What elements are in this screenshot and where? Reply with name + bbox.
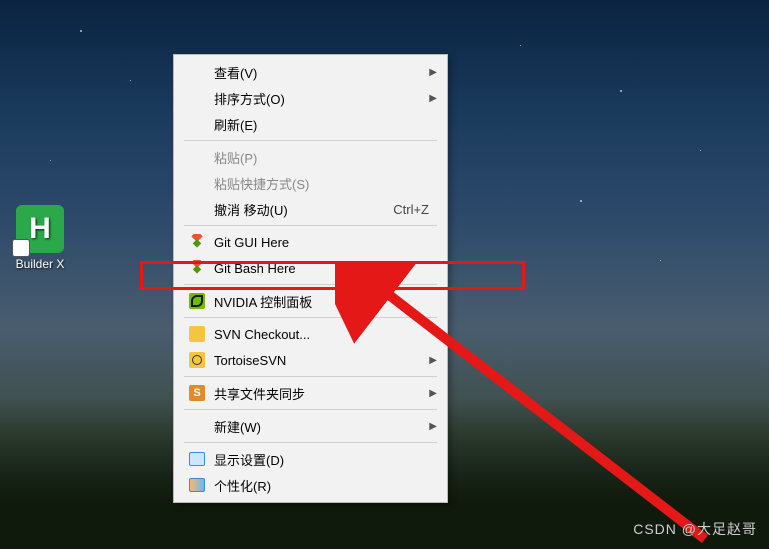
nvidia-icon xyxy=(186,292,208,310)
chevron-right-icon: ▶ xyxy=(429,67,437,78)
blank-icon xyxy=(186,200,208,218)
chevron-right-icon: ▶ xyxy=(429,93,437,104)
menu-personalize-label: 个性化(R) xyxy=(208,476,437,495)
menu-display-settings-label: 显示设置(D) xyxy=(208,450,437,469)
blank-icon xyxy=(186,63,208,81)
hbuilderx-icon-label: Builder X xyxy=(10,257,70,271)
menu-undo-move-label: 撤消 移动(U) xyxy=(208,200,393,219)
personalize-icon xyxy=(186,476,208,494)
menu-git-gui-label: Git GUI Here xyxy=(208,235,437,250)
desktop-context-menu: 查看(V) ▶ 排序方式(O) ▶ 刷新(E) 粘贴(P) 粘贴快捷方式(S) … xyxy=(173,54,448,503)
menu-git-bash-label: Git Bash Here xyxy=(208,261,437,276)
menu-sort[interactable]: 排序方式(O) ▶ xyxy=(176,85,445,111)
git-icon xyxy=(186,233,208,251)
menu-paste-shortcut: 粘贴快捷方式(S) xyxy=(176,170,445,196)
menu-paste-shortcut-label: 粘贴快捷方式(S) xyxy=(208,174,437,193)
watermark: CSDN @大足赵哥 xyxy=(633,519,757,539)
menu-separator xyxy=(184,140,437,141)
menu-nvidia-label: NVIDIA 控制面板 xyxy=(208,292,437,311)
chevron-right-icon: ▶ xyxy=(429,388,437,399)
menu-separator xyxy=(184,376,437,377)
menu-new-label: 新建(W) xyxy=(208,417,429,436)
chevron-right-icon: ▶ xyxy=(429,421,437,432)
menu-view-label: 查看(V) xyxy=(208,63,429,82)
git-icon xyxy=(186,259,208,277)
menu-svn-checkout[interactable]: SVN Checkout... xyxy=(176,321,445,347)
menu-new[interactable]: 新建(W) ▶ xyxy=(176,413,445,439)
menu-paste: 粘贴(P) xyxy=(176,144,445,170)
menu-separator xyxy=(184,225,437,226)
desktop-icon-hbuilderx[interactable]: H Builder X xyxy=(10,205,70,271)
menu-sort-label: 排序方式(O) xyxy=(208,89,429,108)
menu-nvidia[interactable]: NVIDIA 控制面板 xyxy=(176,288,445,314)
menu-git-gui[interactable]: Git GUI Here xyxy=(176,229,445,255)
hbuilderx-icon-letter: H xyxy=(29,212,51,246)
menu-tortoise-svn[interactable]: TortoiseSVN ▶ xyxy=(176,347,445,373)
menu-paste-label: 粘贴(P) xyxy=(208,148,437,167)
menu-separator xyxy=(184,442,437,443)
menu-refresh[interactable]: 刷新(E) xyxy=(176,111,445,137)
menu-tortoise-svn-label: TortoiseSVN xyxy=(208,353,429,368)
menu-separator xyxy=(184,317,437,318)
blank-icon xyxy=(186,417,208,435)
menu-separator xyxy=(184,409,437,410)
menu-display-settings[interactable]: 显示设置(D) xyxy=(176,446,445,472)
menu-personalize[interactable]: 个性化(R) xyxy=(176,472,445,498)
blank-icon xyxy=(186,115,208,133)
chevron-right-icon: ▶ xyxy=(429,355,437,366)
menu-undo-move[interactable]: 撤消 移动(U) Ctrl+Z xyxy=(176,196,445,222)
menu-git-bash[interactable]: Git Bash Here xyxy=(176,255,445,281)
menu-refresh-label: 刷新(E) xyxy=(208,115,437,134)
share-folder-icon xyxy=(186,384,208,402)
menu-view[interactable]: 查看(V) ▶ xyxy=(176,59,445,85)
menu-share-sync-label: 共享文件夹同步 xyxy=(208,384,429,403)
svn-checkout-icon xyxy=(186,325,208,343)
blank-icon xyxy=(186,89,208,107)
blank-icon xyxy=(186,148,208,166)
menu-svn-checkout-label: SVN Checkout... xyxy=(208,327,437,342)
tortoise-svn-icon xyxy=(186,351,208,369)
hbuilderx-icon: H xyxy=(16,205,64,253)
menu-share-sync[interactable]: 共享文件夹同步 ▶ xyxy=(176,380,445,406)
blank-icon xyxy=(186,174,208,192)
menu-undo-move-shortcut: Ctrl+Z xyxy=(393,202,437,217)
menu-separator xyxy=(184,284,437,285)
display-icon xyxy=(186,450,208,468)
